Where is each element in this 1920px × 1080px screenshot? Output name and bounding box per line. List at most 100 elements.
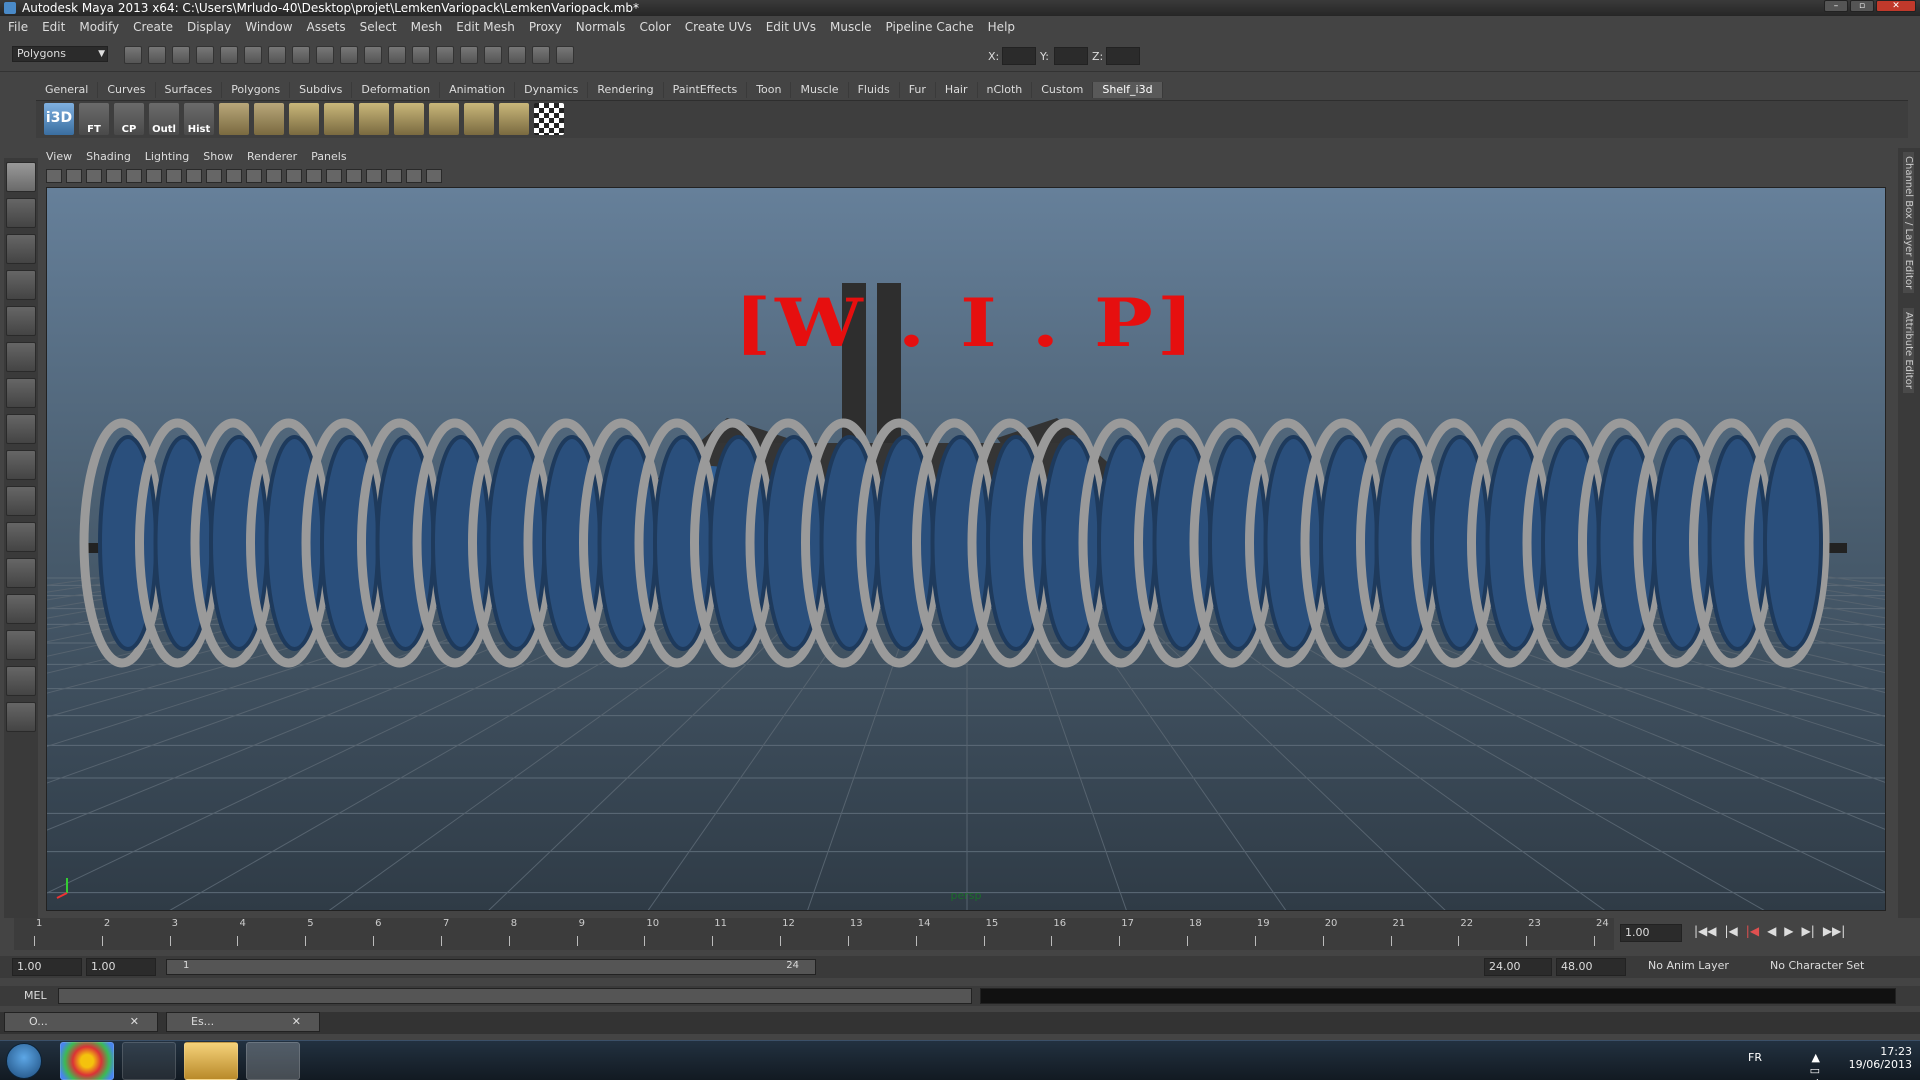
- tray-icons[interactable]: ▲ ▭ ◂): [1802, 1051, 1828, 1080]
- tab-custom[interactable]: Custom: [1032, 82, 1094, 98]
- grid-icon[interactable]: [126, 169, 142, 183]
- bookmark-icon[interactable]: [86, 169, 102, 183]
- checker-icon[interactable]: [534, 103, 564, 135]
- isolate-select-icon[interactable]: [386, 169, 402, 183]
- shelf-tool-icon[interactable]: [359, 103, 389, 135]
- language-indicator[interactable]: FR: [1748, 1051, 1762, 1064]
- manipulator-icon[interactable]: [6, 378, 36, 408]
- lasso-tool-icon[interactable]: [6, 198, 36, 228]
- mel-label[interactable]: MEL: [24, 989, 47, 1002]
- shelf-tool-icon[interactable]: [289, 103, 319, 135]
- tab-hair[interactable]: Hair: [936, 82, 978, 98]
- shelf-tool-icon[interactable]: [429, 103, 459, 135]
- snap-point-icon[interactable]: [316, 46, 334, 64]
- hypershade-layout-icon[interactable]: [6, 666, 36, 696]
- history-icon[interactable]: [388, 46, 406, 64]
- menu-pipeline-cache[interactable]: Pipeline Cache: [886, 20, 974, 34]
- single-layout-icon[interactable]: [6, 522, 36, 552]
- tab-ncloth[interactable]: nCloth: [978, 82, 1033, 98]
- panel-menu-shading[interactable]: Shading: [86, 148, 131, 166]
- explorer-icon[interactable]: [184, 1042, 238, 1080]
- last-tool-icon[interactable]: [6, 450, 36, 480]
- step-forward-icon[interactable]: ▶|: [1802, 924, 1815, 938]
- panel-menu-view[interactable]: View: [46, 148, 72, 166]
- tab-subdivs[interactable]: Subdivs: [290, 82, 353, 98]
- menu-modify[interactable]: Modify: [79, 20, 119, 34]
- paint-select-icon[interactable]: [6, 234, 36, 264]
- shelf-tool-icon[interactable]: [464, 103, 494, 135]
- smooth-shade-icon[interactable]: [286, 169, 302, 183]
- four-layout-icon[interactable]: [6, 558, 36, 588]
- snap-curve-icon[interactable]: [292, 46, 310, 64]
- z-field[interactable]: [1106, 47, 1140, 65]
- tab-toon[interactable]: Toon: [747, 82, 792, 98]
- time-slider[interactable]: 1 2 3 4 5 6 7 8 9 10 11 12 13 14 15 16 17 18 19 20 21 22 23 24: [14, 918, 1614, 950]
- step-back-key-icon[interactable]: |◀: [1746, 924, 1759, 938]
- select-component-icon[interactable]: [244, 46, 262, 64]
- select-object-icon[interactable]: [220, 46, 238, 64]
- tab-surfaces[interactable]: Surfaces: [156, 82, 223, 98]
- help-icon[interactable]: [412, 46, 430, 64]
- menu-proxy[interactable]: Proxy: [529, 20, 562, 34]
- close-button[interactable]: ✕: [1876, 0, 1916, 12]
- tab-painteffects[interactable]: PaintEffects: [664, 82, 748, 98]
- camera-select-icon[interactable]: [46, 169, 62, 183]
- film-gate-icon[interactable]: [146, 169, 162, 183]
- tab-fur[interactable]: Fur: [900, 82, 936, 98]
- maya-taskbar-icon[interactable]: [246, 1042, 300, 1080]
- menu-edit-uvs[interactable]: Edit UVs: [766, 20, 816, 34]
- playback-end-field[interactable]: 24.00: [1484, 958, 1552, 976]
- safe-title-icon[interactable]: [246, 169, 262, 183]
- menu-help[interactable]: Help: [988, 20, 1015, 34]
- play-forward-icon[interactable]: ▶: [1784, 924, 1793, 938]
- tab-rendering[interactable]: Rendering: [588, 82, 664, 98]
- shelf-tool-icon[interactable]: [394, 103, 424, 135]
- tab-muscle[interactable]: Muscle: [791, 82, 849, 98]
- move-tool-icon[interactable]: [6, 270, 36, 300]
- lights-icon[interactable]: [346, 169, 362, 183]
- panel-menu-renderer[interactable]: Renderer: [247, 148, 297, 166]
- make-live-icon[interactable]: [364, 46, 382, 64]
- panel-menu-show[interactable]: Show: [203, 148, 233, 166]
- go-to-start-icon[interactable]: |◀◀: [1694, 924, 1717, 938]
- resolution-gate-icon[interactable]: [166, 169, 182, 183]
- shelf-tool-icon[interactable]: [324, 103, 354, 135]
- tab-attribute-editor[interactable]: Attribute Editor: [1903, 308, 1914, 393]
- tab-shelf-i3d[interactable]: Shelf_i3d: [1093, 82, 1163, 98]
- xray-joints-icon[interactable]: [426, 169, 442, 183]
- menu-mesh[interactable]: Mesh: [411, 20, 443, 34]
- end-time-field[interactable]: 48.00: [1556, 958, 1626, 976]
- close-icon[interactable]: ✕: [292, 1013, 301, 1031]
- menu-select[interactable]: Select: [360, 20, 397, 34]
- menu-window[interactable]: Window: [245, 20, 292, 34]
- new-scene-icon[interactable]: [124, 46, 142, 64]
- menu-edit[interactable]: Edit: [42, 20, 65, 34]
- tab-curves[interactable]: Curves: [98, 82, 156, 98]
- tab-polygons[interactable]: Polygons: [222, 82, 291, 98]
- scale-tool-icon[interactable]: [6, 342, 36, 372]
- image-plane-icon[interactable]: [106, 169, 122, 183]
- field-chart-icon[interactable]: [206, 169, 222, 183]
- menu-create-uvs[interactable]: Create UVs: [685, 20, 752, 34]
- minimized-window-editor[interactable]: Es... ✕: [166, 1012, 320, 1032]
- snap-grid-icon[interactable]: [268, 46, 286, 64]
- graph-layout-icon[interactable]: [6, 630, 36, 660]
- blank-tool-icon[interactable]: [6, 486, 36, 516]
- textured-icon[interactable]: [326, 169, 342, 183]
- shelf-tool-icon[interactable]: [499, 103, 529, 135]
- lock-icon[interactable]: [436, 46, 454, 64]
- render-settings-icon[interactable]: [508, 46, 526, 64]
- shelf-button-outl[interactable]: Outl: [149, 103, 179, 135]
- open-scene-icon[interactable]: [148, 46, 166, 64]
- shelf-tool-icon[interactable]: [254, 103, 284, 135]
- menu-muscle[interactable]: Muscle: [830, 20, 872, 34]
- mel-input[interactable]: [58, 988, 972, 1004]
- outliner-layout-icon[interactable]: [6, 594, 36, 624]
- go-to-end-icon[interactable]: ▶▶|: [1823, 924, 1846, 938]
- soft-mod-icon[interactable]: [6, 414, 36, 444]
- current-frame-field[interactable]: 1.00: [1620, 924, 1682, 942]
- menu-display[interactable]: Display: [187, 20, 231, 34]
- safe-action-icon[interactable]: [226, 169, 242, 183]
- hypershade-icon[interactable]: [532, 46, 550, 64]
- select-hierarchy-icon[interactable]: [196, 46, 214, 64]
